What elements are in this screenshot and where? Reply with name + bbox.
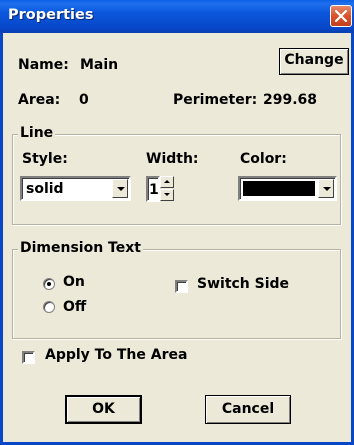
color-label: Color: bbox=[240, 151, 287, 167]
dimension-off-label: Off bbox=[63, 299, 87, 315]
switch-side-checkbox[interactable] bbox=[175, 280, 188, 293]
color-dropdown[interactable] bbox=[238, 176, 337, 201]
close-icon bbox=[335, 10, 347, 22]
name-label: Name: bbox=[18, 57, 69, 73]
name-value: Main bbox=[80, 57, 119, 73]
width-down-arrow-icon[interactable] bbox=[160, 189, 174, 201]
line-group-title: Line bbox=[18, 125, 56, 141]
perimeter-value: 299.68 bbox=[263, 92, 318, 108]
cancel-button[interactable]: Cancel bbox=[205, 395, 291, 424]
style-value: solid bbox=[26, 181, 64, 197]
style-label: Style: bbox=[22, 151, 68, 167]
color-swatch bbox=[243, 181, 315, 196]
dimension-on-label: On bbox=[63, 274, 85, 290]
style-dropdown[interactable]: solid bbox=[20, 176, 131, 201]
title-bar[interactable]: Properties bbox=[0, 0, 354, 33]
area-label: Area: bbox=[18, 92, 61, 108]
perimeter-label: Perimeter: bbox=[173, 92, 258, 108]
area-value: 0 bbox=[79, 92, 89, 108]
apply-to-area-checkbox[interactable] bbox=[22, 351, 35, 364]
window-title: Properties bbox=[8, 7, 94, 23]
width-up-arrow-icon[interactable] bbox=[160, 176, 174, 188]
dimension-text-group bbox=[12, 249, 341, 339]
switch-side-label: Switch Side bbox=[197, 276, 290, 292]
dimension-text-title: Dimension Text bbox=[18, 240, 143, 256]
window-border-left bbox=[0, 33, 3, 445]
ok-button[interactable]: OK bbox=[65, 395, 142, 424]
width-field[interactable]: 1 bbox=[146, 176, 160, 202]
width-value: 1 bbox=[149, 182, 159, 198]
apply-to-area-label: Apply To The Area bbox=[45, 347, 188, 363]
dimension-on-radio[interactable] bbox=[43, 278, 55, 290]
close-button[interactable] bbox=[330, 5, 352, 27]
chevron-down-icon[interactable] bbox=[112, 179, 128, 198]
width-label: Width: bbox=[146, 151, 199, 167]
change-button[interactable]: Change bbox=[279, 48, 349, 75]
dimension-off-radio[interactable] bbox=[43, 301, 55, 313]
chevron-down-icon[interactable] bbox=[318, 179, 334, 198]
